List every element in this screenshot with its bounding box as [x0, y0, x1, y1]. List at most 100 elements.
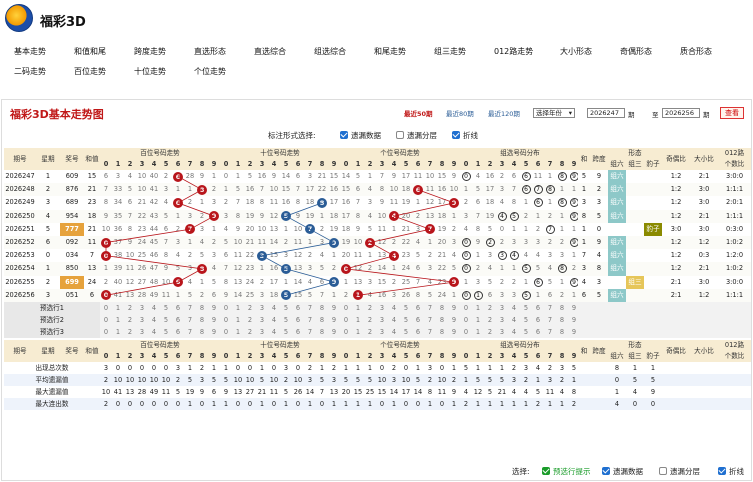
predict-digit[interactable]: 0 [220, 314, 232, 326]
predict-digit[interactable]: 3 [376, 314, 388, 326]
predict-digit[interactable]: 8 [196, 326, 208, 338]
predict-digit[interactable]: 1 [352, 326, 364, 338]
col-issue[interactable]: 期号 [4, 148, 36, 170]
year-select[interactable]: 选择年份 ▾ [533, 108, 575, 118]
period-120-link[interactable]: 最近120期 [488, 108, 520, 118]
nav-item[interactable]: 和尾走势 [374, 45, 406, 59]
predict-digit[interactable]: 0 [100, 314, 112, 326]
predict-digit[interactable]: 6 [292, 314, 304, 326]
predict-digit[interactable]: 7 [424, 326, 436, 338]
predict-digit[interactable]: 2 [484, 326, 496, 338]
predict-digit[interactable]: 4 [148, 302, 160, 314]
predict-digit[interactable]: 8 [196, 314, 208, 326]
predict-digit[interactable]: 4 [388, 314, 400, 326]
nav-item[interactable]: 质合形态 [680, 45, 712, 59]
footer-option-line[interactable]: 折线 [718, 466, 744, 477]
predict-digit[interactable]: 1 [352, 314, 364, 326]
predict-digit[interactable]: 3 [496, 314, 508, 326]
predict-digit[interactable]: 1 [232, 314, 244, 326]
nav-item[interactable]: 十位走势 [134, 65, 166, 79]
predict-digit[interactable]: 5 [160, 314, 172, 326]
predict-digit[interactable]: 2 [364, 314, 376, 326]
predict-digit[interactable]: 2 [124, 314, 136, 326]
predict-digit[interactable]: 0 [100, 302, 112, 314]
predict-digit[interactable]: 0 [340, 326, 352, 338]
predict-digit[interactable]: 9 [208, 314, 220, 326]
option-polyline[interactable]: 折线 [452, 130, 478, 141]
predict-digit[interactable]: 4 [148, 326, 160, 338]
predict-digit[interactable]: 5 [520, 314, 532, 326]
predict-digit[interactable]: 8 [316, 326, 328, 338]
predict-digit[interactable]: 7 [424, 302, 436, 314]
footer-option-missing[interactable]: 遗漏数据 [602, 466, 643, 477]
predict-digit[interactable]: 3 [496, 326, 508, 338]
nav-item[interactable]: 个位走势 [194, 65, 226, 79]
predict-digit[interactable]: 4 [268, 314, 280, 326]
predict-digit[interactable]: 7 [544, 302, 556, 314]
footer-option-layer[interactable]: 遗漏分层 [659, 466, 700, 477]
predict-digit[interactable]: 7 [184, 302, 196, 314]
predict-digit[interactable]: 4 [148, 314, 160, 326]
predict-digit[interactable]: 4 [508, 314, 520, 326]
query-button[interactable]: 查看 [720, 107, 744, 119]
predict-digit[interactable]: 1 [472, 314, 484, 326]
nav-item[interactable]: 跨度走势 [134, 45, 166, 59]
predict-digit[interactable]: 2 [364, 302, 376, 314]
nav-item[interactable]: 百位走势 [74, 65, 106, 79]
predict-digit[interactable]: 5 [160, 302, 172, 314]
predict-digit[interactable]: 9 [328, 314, 340, 326]
predict-digit[interactable]: 6 [532, 326, 544, 338]
predict-digit[interactable]: 2 [244, 326, 256, 338]
predict-digit[interactable]: 5 [520, 302, 532, 314]
predict-digit[interactable]: 6 [292, 302, 304, 314]
nav-item[interactable]: 奇偶形态 [620, 45, 652, 59]
option-missing-data[interactable]: 遗漏数据 [340, 130, 381, 141]
to-issue-input[interactable]: 2026256 [662, 108, 700, 118]
predict-digit[interactable]: 8 [436, 314, 448, 326]
predict-row-label[interactable]: 预选行1 [4, 302, 100, 314]
predict-digit[interactable]: 1 [472, 302, 484, 314]
nav-item[interactable]: 基本走势 [14, 45, 46, 59]
predict-digit[interactable]: 8 [436, 326, 448, 338]
predict-digit[interactable]: 3 [376, 326, 388, 338]
footer-option-predict[interactable]: 预选行提示 [542, 466, 591, 477]
nav-item[interactable]: 组三走势 [434, 45, 466, 59]
from-issue-input[interactable]: 2026247 [587, 108, 625, 118]
predict-digit[interactable]: 3 [136, 302, 148, 314]
predict-row-label[interactable]: 预选行2 [4, 314, 100, 326]
predict-digit[interactable]: 2 [124, 326, 136, 338]
predict-digit[interactable]: 1 [352, 302, 364, 314]
predict-digit[interactable]: 2 [124, 302, 136, 314]
predict-digit[interactable]: 9 [448, 302, 460, 314]
nav-item[interactable]: 012路走势 [494, 45, 533, 59]
predict-digit[interactable]: 3 [496, 302, 508, 314]
predict-digit[interactable]: 7 [184, 326, 196, 338]
predict-digit[interactable]: 2 [364, 326, 376, 338]
predict-digit[interactable]: 0 [340, 302, 352, 314]
col-issue[interactable]: 期号 [4, 340, 36, 362]
predict-digit[interactable]: 5 [280, 302, 292, 314]
predict-digit[interactable]: 9 [208, 302, 220, 314]
predict-digit[interactable]: 5 [520, 326, 532, 338]
predict-digit[interactable]: 7 [424, 314, 436, 326]
nav-item[interactable]: 二码走势 [14, 65, 46, 79]
predict-digit[interactable]: 9 [448, 326, 460, 338]
predict-digit[interactable]: 4 [388, 302, 400, 314]
predict-digit[interactable]: 5 [400, 326, 412, 338]
predict-digit[interactable]: 6 [532, 302, 544, 314]
predict-digit[interactable]: 2 [244, 314, 256, 326]
period-50-link[interactable]: 最近50期 [404, 108, 433, 118]
predict-digit[interactable]: 2 [484, 302, 496, 314]
predict-digit[interactable]: 6 [532, 314, 544, 326]
predict-digit[interactable]: 1 [112, 314, 124, 326]
predict-digit[interactable]: 7 [544, 326, 556, 338]
predict-digit[interactable]: 7 [304, 326, 316, 338]
predict-digit[interactable]: 9 [208, 326, 220, 338]
predict-digit[interactable]: 4 [268, 326, 280, 338]
predict-digit[interactable]: 7 [544, 314, 556, 326]
predict-digit[interactable]: 4 [508, 302, 520, 314]
predict-digit[interactable]: 6 [292, 326, 304, 338]
predict-digit[interactable]: 8 [436, 302, 448, 314]
predict-digit[interactable]: 0 [340, 314, 352, 326]
predict-digit[interactable]: 3 [136, 314, 148, 326]
